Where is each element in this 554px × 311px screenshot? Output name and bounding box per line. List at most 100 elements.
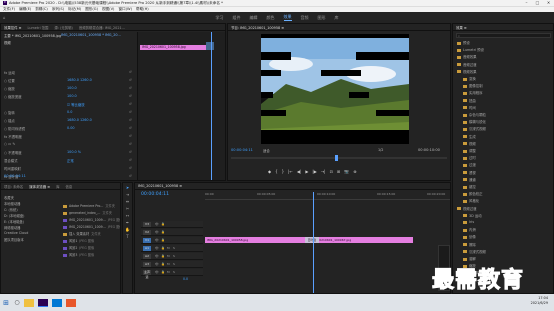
- effect-property-value[interactable]: ☑ 等比缩放: [67, 102, 85, 107]
- reset-icon[interactable]: ↺: [129, 174, 132, 178]
- tab-source[interactable]: 源: (无剪辑): [54, 25, 72, 30]
- workspace-assembly[interactable]: 组件: [233, 15, 241, 21]
- workspace-learn[interactable]: 学习: [216, 15, 224, 21]
- program-video-frame[interactable]: [261, 34, 409, 144]
- solo-button[interactable]: S: [173, 246, 175, 250]
- effects-tree-item[interactable]: 音频效果: [457, 54, 477, 59]
- sequence-clip-label[interactable]: IMG_20210601_100958 * IMG_20...: [61, 33, 133, 38]
- reset-icon[interactable]: ↺: [129, 158, 132, 162]
- timeline-timecode[interactable]: 00:00:04:11: [141, 192, 169, 197]
- effect-property-value[interactable]: 1680.0 1260.0: [67, 78, 92, 82]
- program-scrubber[interactable]: [231, 155, 447, 161]
- effects-tree-item[interactable]: 过时: [463, 155, 476, 160]
- track-label[interactable]: A2: [143, 254, 151, 259]
- eye-icon[interactable]: 👁: [155, 254, 159, 258]
- media-file-row[interactable]: IMG_20210601_1009...JPEG 图像: [63, 217, 120, 223]
- taskbar-clock[interactable]: 17:04 2021/6/29: [531, 296, 548, 306]
- mute-button[interactable]: M: [167, 246, 170, 250]
- effect-playhead[interactable]: [211, 32, 212, 180]
- lift-button[interactable]: ⊡: [330, 169, 333, 177]
- tab-sequence[interactable]: IMG_20210601_100958 ≡: [138, 184, 182, 188]
- eye-icon[interactable]: 👁: [155, 262, 159, 266]
- track-header[interactable]: A2 👁 🔒 M S: [141, 253, 203, 260]
- effects-tree-item[interactable]: 沉浸式视频: [463, 126, 486, 131]
- effects-tree-item[interactable]: 扭曲: [463, 98, 476, 103]
- effect-property-value[interactable]: 正常: [67, 158, 74, 163]
- tab-info[interactable]: 信息: [65, 184, 72, 189]
- mute-button[interactable]: M: [167, 254, 170, 258]
- reset-icon[interactable]: ↺: [129, 102, 132, 106]
- app-icon[interactable]: [66, 298, 76, 307]
- timeline-ruler[interactable]: 00:00 00:00:05:00 00:00:10:00 00:00:15:0…: [205, 192, 450, 200]
- effect-clip-bar[interactable]: IMG_20210601_100958.jpg: [140, 45, 206, 50]
- effects-tree-item[interactable]: Iris: [463, 220, 474, 224]
- eye-icon[interactable]: 👁: [155, 270, 159, 274]
- reset-icon[interactable]: ↺: [129, 142, 132, 146]
- effects-tree-item[interactable]: 时间: [463, 105, 476, 110]
- effects-tree-item[interactable]: 透视: [463, 170, 476, 175]
- tab-effects[interactable]: 效果 ≡: [456, 25, 467, 30]
- reset-icon[interactable]: ↺: [129, 110, 132, 114]
- resolution-dropdown[interactable]: 1/2: [378, 148, 383, 152]
- fit-dropdown[interactable]: 适合: [263, 148, 270, 153]
- effect-property-value[interactable]: 0.0: [67, 110, 72, 114]
- media-file-row[interactable]: 风景2 JPEG 图像: [63, 245, 120, 251]
- track-header[interactable]: 主声道 👁 🔒 M S: [141, 269, 203, 279]
- effect-transition-marker[interactable]: [206, 42, 214, 50]
- reset-icon[interactable]: ↺: [129, 70, 132, 74]
- home-icon[interactable]: ⌂: [3, 15, 6, 20]
- eye-icon[interactable]: 👁: [155, 222, 159, 226]
- reset-icon[interactable]: ↺: [129, 94, 132, 98]
- tab-lumetri-scopes[interactable]: Lumetri 范围: [27, 25, 48, 30]
- extract-button[interactable]: ⊞: [337, 169, 340, 177]
- mark-in-button[interactable]: {: [275, 169, 278, 177]
- effect-property-value[interactable]: 100.0 %: [67, 150, 81, 154]
- effects-tree-item[interactable]: 通道: [463, 177, 476, 182]
- tab-effect-controls[interactable]: 效果控件 ≡: [4, 25, 21, 30]
- effect-property-value[interactable]: 0.00: [67, 126, 75, 130]
- browser-icon[interactable]: [52, 298, 62, 307]
- timeline-clip-2[interactable]: IMG_20210601_100967.jpg: [308, 237, 413, 243]
- eye-icon[interactable]: 👁: [155, 246, 159, 250]
- solo-button[interactable]: S: [173, 254, 175, 258]
- track-label[interactable]: V2: [143, 230, 151, 235]
- lock-icon[interactable]: 🔒: [161, 238, 165, 242]
- premiere-taskbar-icon[interactable]: [38, 298, 48, 307]
- mark-out-button[interactable]: }: [282, 169, 285, 177]
- media-file-row[interactable]: Adobe Premiere Pro... 文件夹: [63, 203, 120, 209]
- effects-tree-item[interactable]: 音频过渡: [457, 62, 477, 67]
- solo-button[interactable]: S: [173, 262, 175, 266]
- reset-icon[interactable]: ↺: [129, 134, 132, 138]
- effects-tree-item[interactable]: 杂色与颗粒: [463, 112, 486, 117]
- play-button[interactable]: ▶: [305, 169, 308, 177]
- effects-tree-item[interactable]: 生成: [463, 134, 476, 139]
- slip-tool-icon[interactable]: ↔: [125, 213, 131, 218]
- effects-tree-item[interactable]: 调整: [463, 148, 476, 153]
- go-to-out-button[interactable]: →|: [321, 169, 326, 177]
- add-marker-button[interactable]: ◆: [268, 169, 271, 177]
- media-location-item[interactable]: 收藏夹: [4, 195, 14, 200]
- program-playhead[interactable]: [335, 155, 338, 161]
- media-location-item[interactable]: 团队项目版本: [4, 237, 24, 242]
- track-header[interactable]: A1 👁 🔒 M S: [141, 245, 203, 252]
- transition-blinds[interactable]: 百叶窗: [305, 237, 319, 243]
- effects-tree-item[interactable]: 模糊与锐化: [463, 119, 486, 124]
- workspace-audio[interactable]: 音频: [301, 15, 309, 21]
- export-frame-button[interactable]: 📷: [344, 169, 349, 177]
- effects-tree-item[interactable]: 实用程序: [463, 90, 483, 95]
- master-volume-value[interactable]: 0.0: [183, 277, 188, 281]
- reset-icon[interactable]: ↺: [129, 78, 132, 82]
- track-header[interactable]: V2 👁 🔒: [141, 229, 203, 236]
- effect-property-value[interactable]: 100.0: [67, 94, 77, 98]
- go-to-in-button[interactable]: |←: [288, 169, 293, 177]
- effects-tree-item[interactable]: 视频效果: [457, 69, 477, 74]
- tab-program[interactable]: 节目: IMG_20210601_100958 ≡: [231, 25, 284, 30]
- workspace-color[interactable]: 颜色: [267, 15, 275, 21]
- effects-tree-item[interactable]: 视频: [463, 141, 476, 146]
- hand-tool-icon[interactable]: ✋: [125, 227, 131, 232]
- media-file-row[interactable]: 风景1 JPEG 图像: [63, 238, 120, 244]
- effects-tree-item[interactable]: 键控: [463, 184, 476, 189]
- track-label[interactable]: A1: [143, 246, 151, 251]
- add-button[interactable]: ⊕: [353, 169, 356, 177]
- track-header[interactable]: V3 👁 🔒: [141, 221, 203, 228]
